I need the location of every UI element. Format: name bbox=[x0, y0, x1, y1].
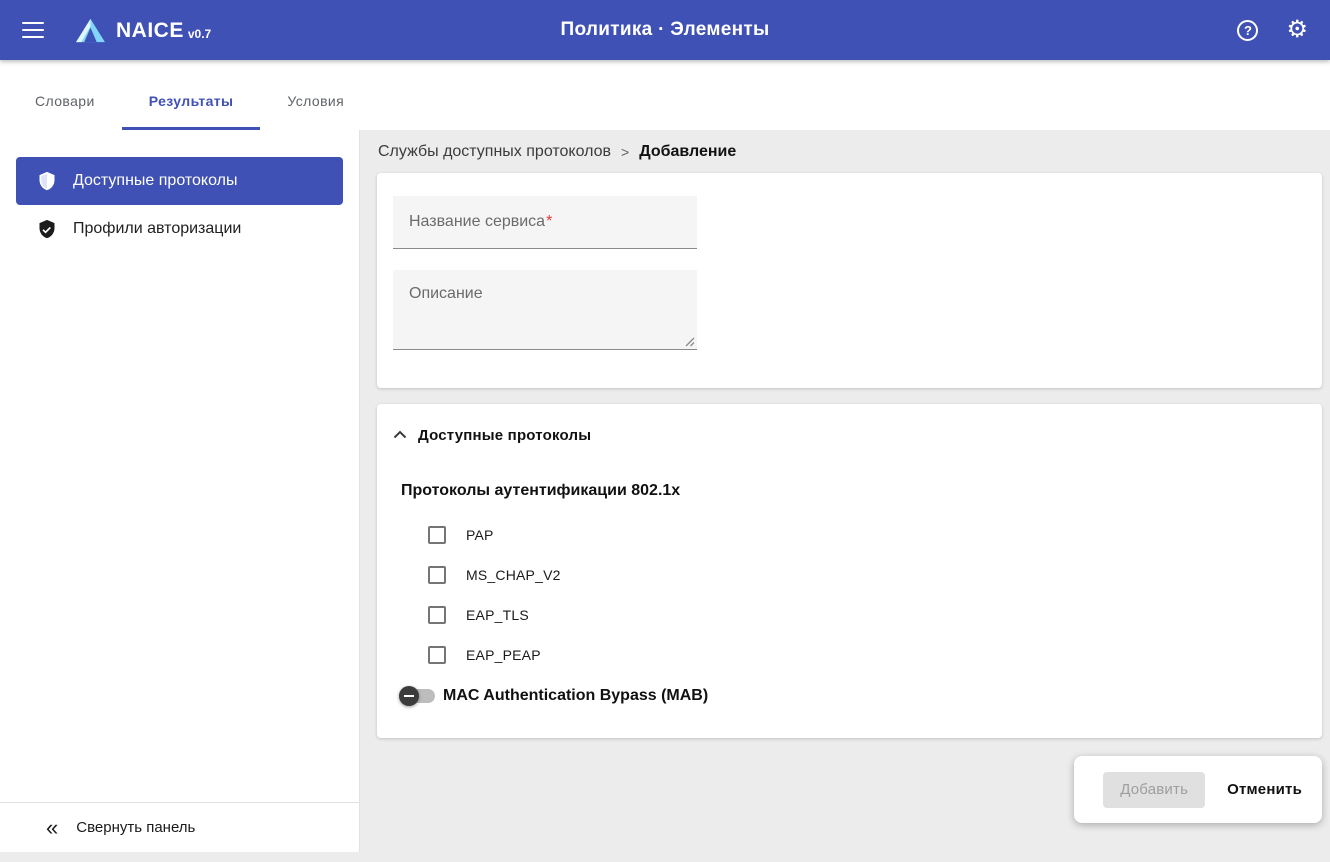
mab-label: MAC Authentication Bypass (MAB) bbox=[443, 687, 708, 705]
checkbox-eap-tls[interactable] bbox=[428, 606, 446, 624]
tab-results[interactable]: Результаты bbox=[122, 78, 261, 130]
service-form-card: Название сервиса* Описание bbox=[377, 173, 1322, 388]
main-content: Службы доступных протоколов > Добавление… bbox=[360, 130, 1330, 862]
app-logo[interactable]: NAICE v0.7 bbox=[74, 17, 211, 44]
service-name-input[interactable]: Название сервиса* bbox=[393, 196, 697, 249]
service-name-label: Название сервиса bbox=[409, 213, 545, 231]
chevron-up-icon bbox=[393, 426, 407, 444]
sidebar-item-available-protocols[interactable]: Доступные протоколы bbox=[16, 157, 343, 205]
protocols-card: Доступные протоколы Протоколы аутентифик… bbox=[377, 404, 1322, 738]
protocols-section-title: Доступные протоколы bbox=[418, 427, 591, 444]
breadcrumb-current: Добавление bbox=[639, 143, 736, 161]
shield-check-icon bbox=[36, 217, 58, 241]
help-button[interactable]: ? bbox=[1237, 20, 1258, 41]
checkbox-eap-peap[interactable] bbox=[428, 646, 446, 664]
checkbox-pap[interactable] bbox=[428, 526, 446, 544]
protocol-row-eap-tls: EAP_TLS bbox=[428, 606, 1306, 624]
protocol-row-ms-chap-v2: MS_CHAP_V2 bbox=[428, 566, 1306, 584]
settings-button[interactable]: ⚙ bbox=[1286, 18, 1308, 42]
breadcrumb-parent[interactable]: Службы доступных протоколов bbox=[378, 143, 611, 161]
sidebar: Доступные протоколы Профили авторизации … bbox=[0, 130, 360, 852]
description-textarea[interactable]: Описание bbox=[393, 270, 697, 350]
page-title: Политика · Элементы bbox=[561, 19, 770, 41]
breadcrumb-separator-icon: > bbox=[621, 144, 629, 160]
checkbox-label: MS_CHAP_V2 bbox=[466, 567, 561, 583]
hamburger-icon bbox=[22, 22, 44, 24]
breadcrumb: Службы доступных протоколов > Добавление bbox=[377, 141, 1322, 173]
protocols-section-toggle[interactable]: Доступные протоколы bbox=[393, 426, 1306, 444]
auth-protocols-group-title: Протоколы аутентификации 802.1x bbox=[401, 482, 1306, 500]
help-icon: ? bbox=[1244, 23, 1252, 38]
shield-icon bbox=[36, 169, 58, 193]
tab-conditions[interactable]: Условия bbox=[260, 78, 371, 130]
collapse-panel-label: Свернуть панель bbox=[76, 819, 195, 836]
sidebar-item-label: Доступные протоколы bbox=[73, 172, 237, 190]
checkbox-label: EAP_PEAP bbox=[466, 647, 541, 663]
naice-logo-icon bbox=[74, 17, 107, 44]
protocol-row-eap-peap: EAP_PEAP bbox=[428, 646, 1306, 664]
sidebar-item-authorization-profiles[interactable]: Профили авторизации bbox=[16, 205, 343, 253]
mab-row: MAC Authentication Bypass (MAB) bbox=[399, 686, 1306, 706]
sidebar-item-label: Профили авторизации bbox=[73, 220, 241, 238]
toggle-thumb-minus-icon bbox=[399, 686, 419, 706]
protocol-row-pap: PAP bbox=[428, 526, 1306, 544]
checkbox-ms-chap-v2[interactable] bbox=[428, 566, 446, 584]
app-version: v0.7 bbox=[188, 25, 211, 44]
actions-card: Добавить Отменить bbox=[1074, 756, 1322, 823]
add-button[interactable]: Добавить bbox=[1103, 772, 1205, 808]
app-bar: NAICE v0.7 Политика · Элементы ? ⚙ bbox=[0, 0, 1330, 60]
double-chevron-left-icon: « bbox=[46, 817, 58, 839]
tab-bar: Словари Результаты Условия bbox=[0, 60, 1330, 130]
app-name: NAICE bbox=[116, 18, 184, 44]
resize-handle-icon[interactable] bbox=[685, 337, 695, 347]
cancel-button[interactable]: Отменить bbox=[1221, 772, 1308, 808]
checkbox-label: PAP bbox=[466, 527, 494, 543]
mab-toggle[interactable] bbox=[399, 686, 436, 706]
tab-dictionaries[interactable]: Словари bbox=[8, 78, 122, 130]
required-asterisk: * bbox=[546, 213, 552, 231]
description-label: Описание bbox=[409, 285, 483, 302]
gear-icon: ⚙ bbox=[1286, 16, 1308, 43]
collapse-panel-button[interactable]: « Свернуть панель bbox=[0, 802, 359, 852]
checkbox-label: EAP_TLS bbox=[466, 607, 529, 623]
menu-button[interactable] bbox=[22, 20, 48, 40]
